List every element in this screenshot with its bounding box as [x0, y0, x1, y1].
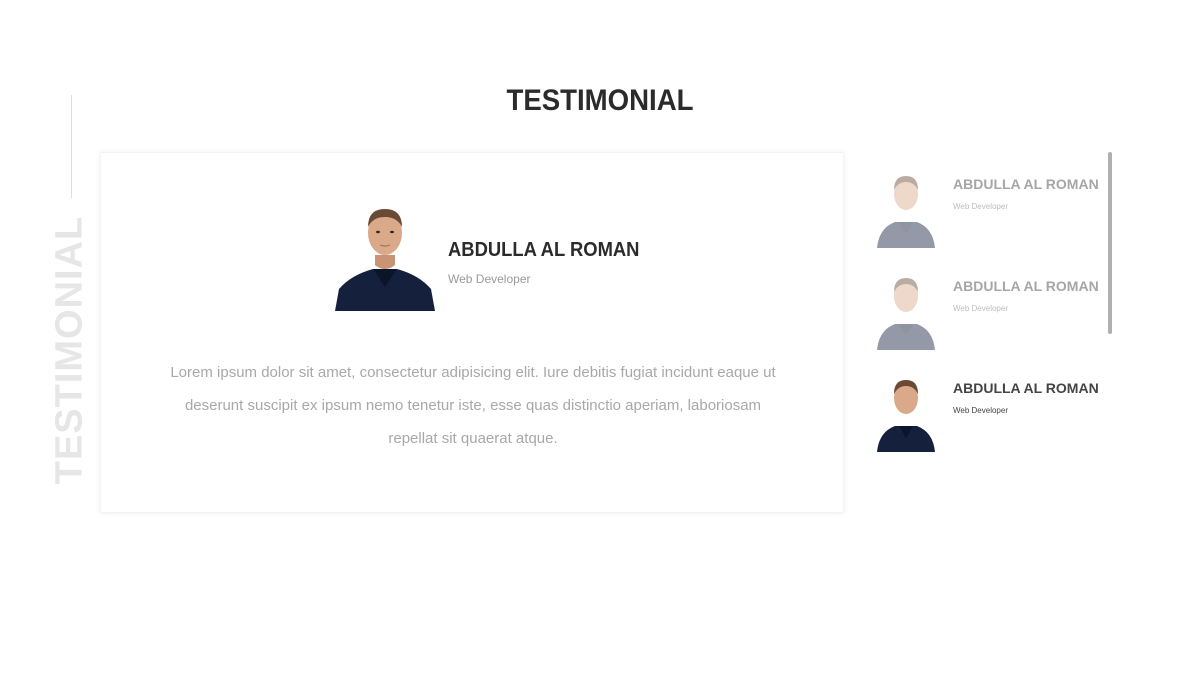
- section-title: TESTIMONIAL: [506, 84, 694, 117]
- person-avatar-thumb: [877, 278, 935, 350]
- testimonial-quote: Lorem ipsum dolor sit amet, consectetur …: [170, 364, 776, 447]
- testimonial-thumb[interactable]: ABDULLA AL ROMAN Web Developer: [875, 262, 1099, 364]
- person-avatar-photo: [335, 209, 435, 311]
- person-avatar-thumb: [877, 176, 935, 248]
- featured-role: Web Developer: [448, 272, 531, 286]
- thumb-role: Web Developer: [953, 202, 1008, 211]
- thumb-name: ABDULLA AL ROMAN: [953, 278, 1099, 294]
- thumb-name: ABDULLA AL ROMAN: [953, 176, 1099, 192]
- thumb-role: Web Developer: [953, 406, 1008, 415]
- testimonial-thumb-active[interactable]: ABDULLA AL ROMAN Web Developer: [875, 364, 1099, 466]
- featured-name: ABDULLA AL ROMAN: [448, 239, 640, 261]
- testimonial-page: TESTIMONIAL TESTIMONIAL ABDULLA AL ROMAN…: [0, 0, 1200, 700]
- side-vertical-title: TESTIMONIAL: [48, 215, 91, 485]
- thumb-role: Web Developer: [953, 304, 1008, 313]
- person-avatar-thumb: [877, 380, 935, 452]
- thumb-name: ABDULLA AL ROMAN: [953, 380, 1099, 396]
- testimonial-card: ABDULLA AL ROMAN Web Developer Lorem ips…: [100, 152, 844, 513]
- testimonial-thumb-list: ABDULLA AL ROMAN Web Developer ABDULLA A…: [875, 160, 1099, 466]
- testimonial-thumb[interactable]: ABDULLA AL ROMAN Web Developer: [875, 160, 1099, 262]
- scrollbar-thumb[interactable]: [1108, 152, 1112, 334]
